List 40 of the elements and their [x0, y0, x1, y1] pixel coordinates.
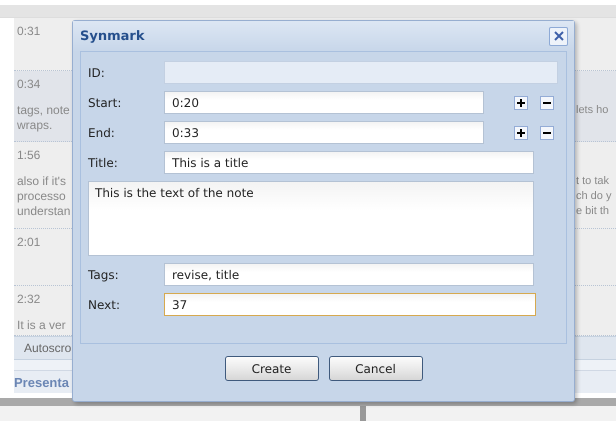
timestamp: 0:34: [17, 77, 42, 92]
note-text: tags, note: [17, 103, 71, 118]
field-label: Start:: [88, 96, 122, 110]
decrement-button[interactable]: [540, 96, 554, 110]
timestamp: 0:31: [17, 24, 42, 39]
timestamp: 1:56: [17, 148, 42, 163]
note-text: understan: [17, 204, 72, 219]
field-label: Next:: [88, 298, 121, 312]
input-field[interactable]: revise, title: [164, 263, 534, 286]
note-text: t to tak: [576, 174, 610, 189]
section-title: Presenta: [14, 374, 69, 390]
input-field[interactable]: 0:33: [164, 121, 484, 144]
timestamp: 2:01: [17, 235, 42, 250]
dialog-button[interactable]: Cancel: [328, 356, 422, 381]
input-field[interactable]: This is a title: [164, 151, 534, 174]
field-label: End:: [88, 126, 116, 140]
note-text: e bit th: [576, 204, 610, 219]
decrement-button[interactable]: [540, 126, 554, 140]
note-field[interactable]: This is the text of the note: [88, 181, 534, 256]
autoscroll-toggle[interactable]: Autoscro: [24, 341, 72, 355]
increment-button[interactable]: [514, 96, 528, 110]
dialog-button[interactable]: Create: [224, 356, 318, 381]
note-text: It is a ver: [17, 318, 67, 333]
field-label: Title:: [88, 156, 119, 170]
note-text: wraps.: [17, 118, 54, 133]
input-field[interactable]: 37: [164, 293, 536, 316]
field-label: ID:: [88, 66, 106, 80]
note-text: ch do y: [576, 189, 612, 204]
dialog-title: Synmark: [80, 28, 144, 44]
increment-button[interactable]: [514, 126, 528, 140]
field-label: Tags:: [88, 268, 120, 282]
plus-icon: [517, 128, 525, 136]
note-text: processo: [17, 189, 67, 204]
note-text: lets ho: [576, 103, 610, 118]
close-button[interactable]: [549, 26, 568, 46]
input-field[interactable]: 0:20: [164, 91, 484, 114]
note-text: also if it's: [17, 174, 67, 189]
timestamp: 2:32: [17, 292, 42, 307]
plus-icon: [517, 98, 525, 106]
close-icon: [552, 30, 564, 42]
